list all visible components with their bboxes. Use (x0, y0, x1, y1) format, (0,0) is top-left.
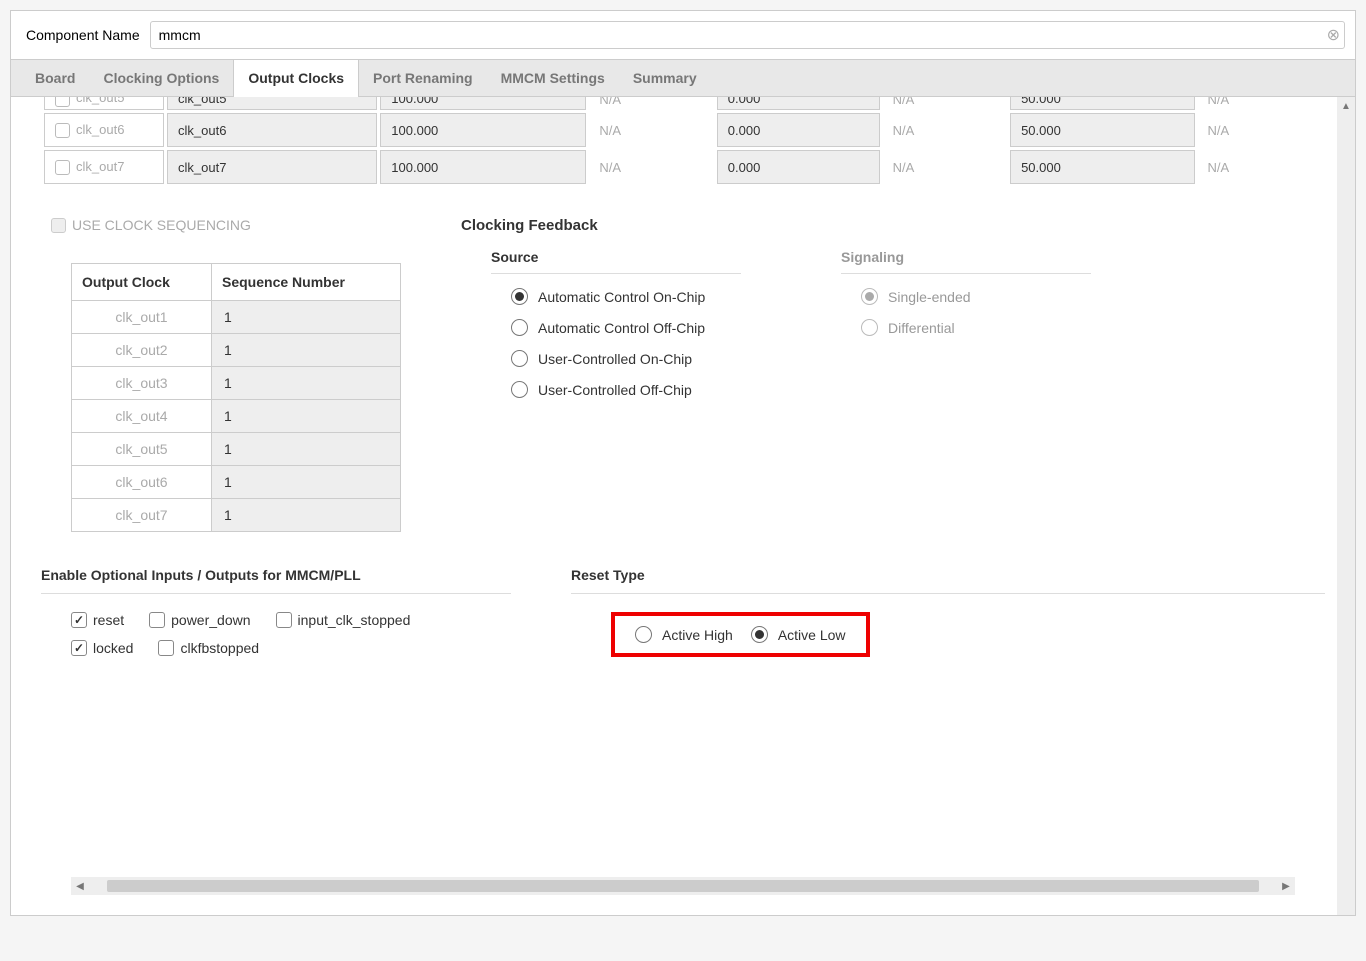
seq-clk-label: clk_out3 (72, 367, 212, 400)
seq-row: clk_out21 (72, 334, 401, 367)
tab-bar: BoardClocking OptionsOutput ClocksPort R… (11, 59, 1355, 97)
seq-row: clk_out71 (72, 499, 401, 532)
sequence-table: Output ClockSequence Numberclk_out11clk_… (71, 263, 401, 532)
signaling-radio-0: Single-ended (861, 288, 1091, 305)
clk-enable-checkbox[interactable]: clk_out6 (44, 113, 164, 147)
clk-duty[interactable]: 50.000 (1010, 113, 1194, 147)
tab-content: clk_out5clk_out5100.000N/A0.000N/A50.000… (11, 97, 1355, 915)
tab-summary[interactable]: Summary (619, 60, 711, 96)
use-clock-sequencing-checkbox[interactable]: USE CLOCK SEQUENCING (41, 217, 411, 233)
clear-icon[interactable]: ⊗ (1327, 25, 1340, 45)
seq-number-input[interactable]: 1 (212, 301, 401, 334)
opt-check-input_clk_stopped[interactable]: input_clk_stopped (276, 612, 411, 628)
seq-number-input[interactable]: 1 (212, 466, 401, 499)
source-title: Source (491, 249, 741, 274)
clk-enable-checkbox[interactable]: clk_out5 (44, 97, 164, 110)
seq-number-input[interactable]: 1 (212, 433, 401, 466)
seq-clk-label: clk_out1 (72, 301, 212, 334)
component-name-row: Component Name ⊗ (11, 11, 1355, 59)
seq-header: Output Clock (72, 264, 212, 301)
source-radio-2[interactable]: User-Controlled On-Chip (511, 350, 741, 367)
scroll-right-icon[interactable]: ▶ (1277, 877, 1295, 895)
horizontal-scrollbar[interactable]: ◀ ▶ (71, 877, 1295, 895)
seq-clk-label: clk_out2 (72, 334, 212, 367)
clk-freq[interactable]: 100.000 (380, 97, 586, 110)
tab-output-clocks[interactable]: Output Clocks (233, 60, 359, 97)
seq-number-input[interactable]: 1 (212, 400, 401, 433)
clk-duty[interactable]: 50.000 (1010, 150, 1194, 184)
seq-number-input[interactable]: 1 (212, 499, 401, 532)
clk-na: N/A (1198, 150, 1322, 184)
source-radio-3[interactable]: User-Controlled Off-Chip (511, 381, 741, 398)
tab-port-renaming[interactable]: Port Renaming (359, 60, 487, 96)
component-name-input[interactable] (150, 21, 1345, 49)
opt-check-reset[interactable]: reset (71, 612, 124, 628)
clk-port-name[interactable]: clk_out6 (167, 113, 377, 147)
use-clock-seq-label: USE CLOCK SEQUENCING (72, 217, 251, 233)
clk-row: clk_out7clk_out7100.000N/A0.000N/A50.000… (44, 150, 1322, 184)
output-clocks-table: clk_out5clk_out5100.000N/A0.000N/A50.000… (41, 97, 1325, 187)
clk-phase[interactable]: 0.000 (717, 97, 880, 110)
clk-port-name[interactable]: clk_out7 (167, 150, 377, 184)
seq-clk-label: clk_out6 (72, 466, 212, 499)
reset-type-highlight: Active High Active Low (611, 612, 870, 657)
component-name-label: Component Name (26, 27, 140, 43)
clk-enable-checkbox[interactable]: clk_out7 (44, 150, 164, 184)
scroll-left-icon[interactable]: ◀ (71, 877, 89, 895)
clk-na: N/A (883, 150, 1007, 184)
clk-freq[interactable]: 100.000 (380, 113, 586, 147)
tab-mmcm-settings[interactable]: MMCM Settings (487, 60, 619, 96)
clk-port-name[interactable]: clk_out5 (167, 97, 377, 110)
reset-type-title: Reset Type (571, 567, 1325, 594)
clk-duty[interactable]: 50.000 (1010, 97, 1194, 110)
clk-na: N/A (1198, 113, 1322, 147)
tab-board[interactable]: Board (21, 60, 89, 96)
scroll-up-icon[interactable]: ▲ (1337, 97, 1355, 115)
seq-row: clk_out11 (72, 301, 401, 334)
clk-phase[interactable]: 0.000 (717, 150, 880, 184)
vertical-scrollbar[interactable]: ▲ (1337, 97, 1355, 915)
opt-check-power_down[interactable]: power_down (149, 612, 250, 628)
clk-na: N/A (589, 113, 713, 147)
seq-number-input[interactable]: 1 (212, 334, 401, 367)
reset-radio-active-high[interactable]: Active High (635, 626, 733, 643)
clk-na: N/A (589, 97, 713, 110)
enable-optional-title: Enable Optional Inputs / Outputs for MMC… (41, 567, 511, 594)
clk-na: N/A (883, 113, 1007, 147)
clk-na: N/A (883, 97, 1007, 110)
signaling-radio-1: Differential (861, 319, 1091, 336)
seq-clk-label: clk_out4 (72, 400, 212, 433)
seq-number-input[interactable]: 1 (212, 367, 401, 400)
clk-row: clk_out5clk_out5100.000N/A0.000N/A50.000… (44, 97, 1322, 110)
signaling-title: Signaling (841, 249, 1091, 274)
tab-clocking-options[interactable]: Clocking Options (89, 60, 233, 96)
reset-radio-active-low[interactable]: Active Low (751, 626, 846, 643)
clk-freq[interactable]: 100.000 (380, 150, 586, 184)
clk-phase[interactable]: 0.000 (717, 113, 880, 147)
clocking-feedback-title: Clocking Feedback (461, 217, 1325, 234)
seq-row: clk_out41 (72, 400, 401, 433)
opt-check-locked[interactable]: locked (71, 640, 133, 656)
ip-config-window: Component Name ⊗ BoardClocking OptionsOu… (10, 10, 1356, 916)
seq-clk-label: clk_out7 (72, 499, 212, 532)
seq-row: clk_out51 (72, 433, 401, 466)
clk-row: clk_out6clk_out6100.000N/A0.000N/A50.000… (44, 113, 1322, 147)
seq-row: clk_out61 (72, 466, 401, 499)
seq-row: clk_out31 (72, 367, 401, 400)
seq-clk-label: clk_out5 (72, 433, 212, 466)
source-radio-0[interactable]: Automatic Control On-Chip (511, 288, 741, 305)
opt-check-clkfbstopped[interactable]: clkfbstopped (158, 640, 259, 656)
seq-header: Sequence Number (212, 264, 401, 301)
source-radio-1[interactable]: Automatic Control Off-Chip (511, 319, 741, 336)
clk-na: N/A (589, 150, 713, 184)
clk-na: N/A (1198, 97, 1322, 110)
